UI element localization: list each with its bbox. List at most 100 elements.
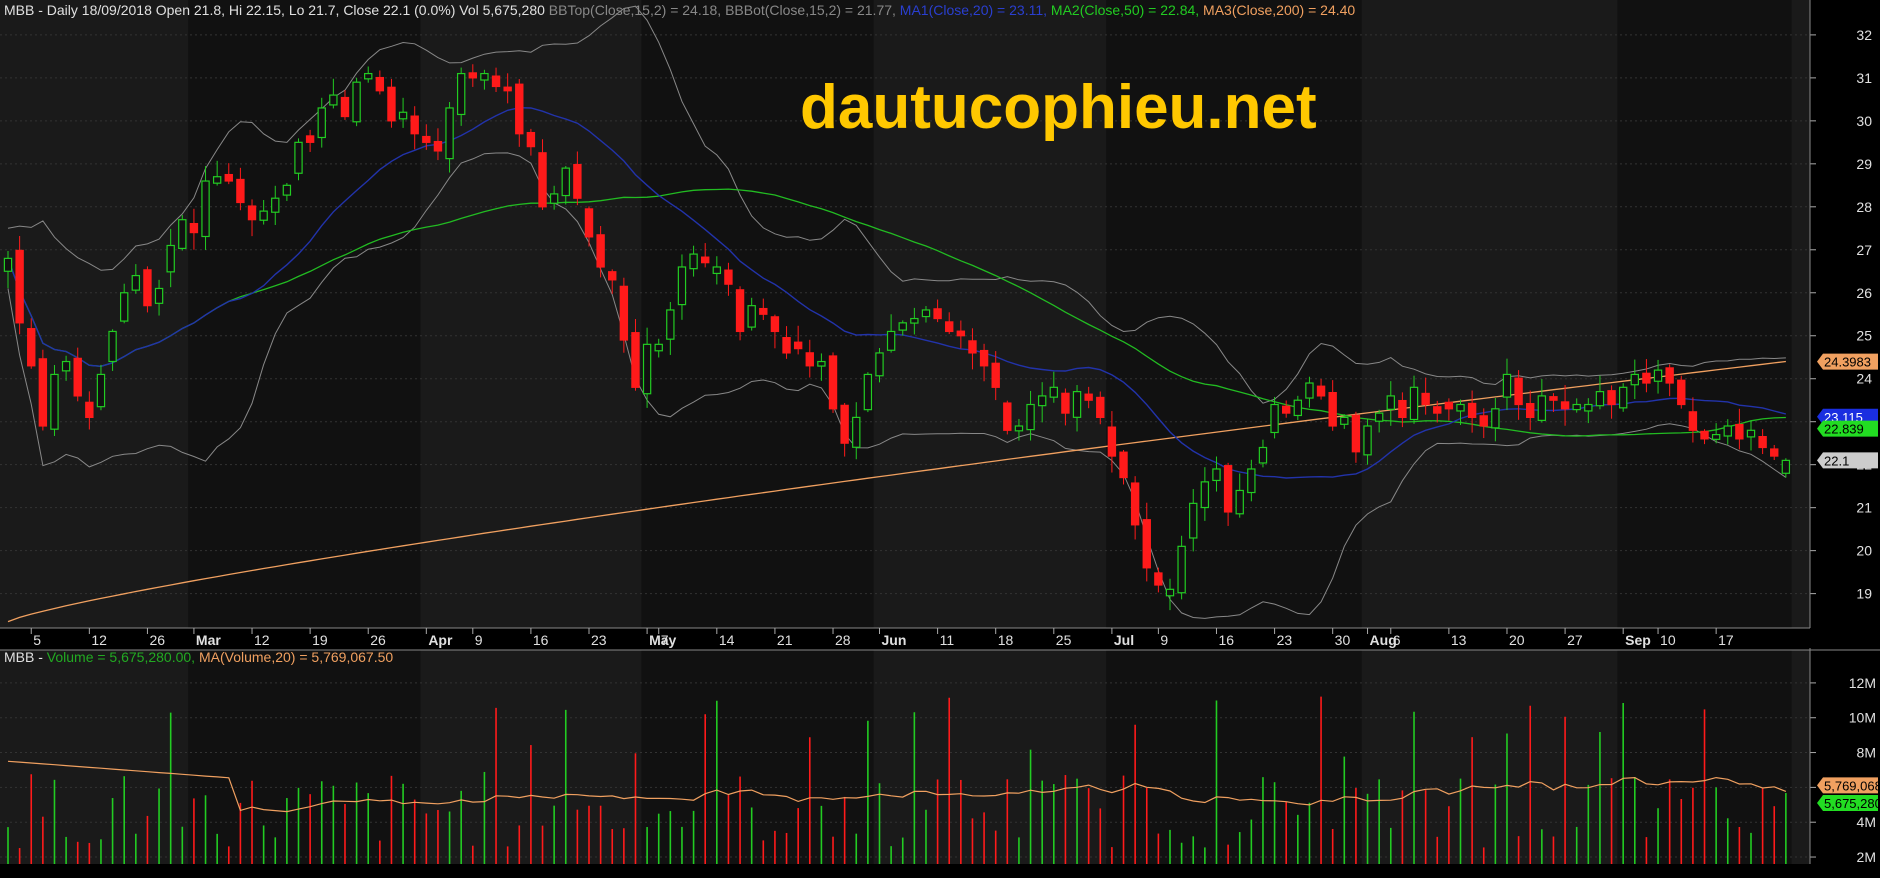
candle-body — [1618, 386, 1628, 409]
price-xtick-label: 6 — [1393, 632, 1401, 648]
volume-ytick-label: 2M — [1857, 849, 1876, 865]
candle-body — [1072, 391, 1082, 418]
price-xtick-label: 18 — [998, 632, 1014, 648]
candle-body — [1177, 545, 1186, 594]
price-ytick-label: 25 — [1856, 328, 1872, 344]
candle-body — [387, 86, 396, 122]
month-band — [188, 0, 421, 628]
candle[interactable] — [1003, 400, 1012, 435]
candle-body — [1514, 377, 1523, 406]
candle-body — [73, 357, 82, 397]
candle-body — [85, 401, 94, 419]
candle-body — [1200, 481, 1210, 509]
candle-body — [631, 332, 640, 388]
candle-body — [1502, 373, 1512, 398]
price-xtick-label: 9 — [475, 632, 483, 648]
candle-body — [1235, 489, 1244, 515]
candle-body — [1781, 459, 1791, 474]
candle-body — [1653, 369, 1663, 382]
candle-body — [1491, 408, 1500, 429]
price-xtick-label: 9 — [1160, 632, 1168, 648]
candle-body — [294, 141, 303, 174]
candle-body — [515, 83, 524, 135]
candle-body — [1328, 391, 1337, 427]
candle-body — [1212, 468, 1221, 482]
candle-body — [1061, 392, 1070, 414]
candle-body — [305, 135, 315, 143]
candle-body — [27, 328, 36, 367]
watermark: dautucophieu.net — [800, 73, 1317, 142]
candle-body — [910, 317, 919, 324]
candle-body — [1014, 425, 1024, 432]
candle-body — [1723, 425, 1732, 437]
candle-body — [1758, 435, 1767, 449]
candle-body — [1711, 433, 1721, 440]
price-xtick-label: 26 — [370, 632, 386, 648]
price-xtick-label: 16 — [1218, 632, 1234, 648]
candle-body — [596, 234, 605, 268]
candle-body — [1456, 403, 1465, 412]
price-ytick-label: 20 — [1856, 543, 1872, 559]
price-xtick-label: 28 — [835, 632, 851, 648]
candle-body — [1770, 448, 1779, 457]
candle[interactable] — [863, 372, 873, 413]
candle-body — [1642, 372, 1651, 384]
price-header-ma2: MA2(Close,50) = 22.84, — [1047, 2, 1199, 18]
volume-month-band — [1106, 650, 1362, 864]
volume-ma-value-tag-text: 5,769,068 — [1824, 778, 1880, 793]
price-xtick-label: Sep — [1625, 632, 1651, 648]
candle-body — [1572, 403, 1581, 411]
candle-body — [933, 308, 942, 320]
candle-body — [398, 111, 408, 120]
candle-body — [1363, 425, 1372, 456]
candle-body — [1700, 430, 1709, 440]
candle-body — [677, 266, 687, 306]
candle-body — [1479, 415, 1488, 427]
candle-body — [340, 96, 350, 118]
candle-body — [178, 219, 187, 250]
candle-body — [1189, 502, 1198, 539]
volume-ytick-label: 12M — [1849, 675, 1876, 691]
candle[interactable] — [828, 352, 838, 413]
candle-body — [1433, 406, 1442, 414]
candle-body — [898, 322, 907, 331]
candle-body — [817, 360, 826, 367]
price-xtick-label: 10 — [1660, 632, 1676, 648]
candle-body — [503, 86, 512, 92]
candle[interactable] — [178, 215, 187, 251]
candle-body — [654, 343, 663, 352]
candle-body — [1037, 395, 1047, 407]
candle-body — [1142, 519, 1151, 569]
candle-body — [224, 173, 233, 182]
price-ytick-label: 19 — [1856, 586, 1872, 602]
candle[interactable] — [38, 349, 48, 431]
candle[interactable] — [1677, 375, 1686, 409]
candle-body — [166, 244, 175, 273]
candle-body — [584, 208, 594, 238]
candle[interactable] — [352, 77, 361, 127]
candle[interactable] — [15, 236, 24, 335]
volume-month-band — [188, 650, 421, 864]
price-xtick-label: 7 — [661, 632, 669, 648]
candle-body — [259, 210, 268, 221]
ma2-value-tag: 22.839 — [1817, 420, 1878, 437]
candle-body — [724, 269, 733, 285]
candle-body — [805, 352, 814, 367]
candle[interactable] — [1618, 383, 1628, 412]
candle-body — [875, 352, 884, 377]
candle-body — [979, 349, 989, 367]
candle-body — [433, 140, 443, 152]
price-ytick-label: 29 — [1856, 156, 1872, 172]
volume-header-prefix: MBB - — [4, 649, 43, 665]
candle-body — [15, 249, 24, 324]
price-xtick-label: Jun — [882, 632, 907, 648]
candle-body — [1549, 396, 1558, 401]
candle-body — [201, 180, 210, 238]
candle-body — [1096, 396, 1105, 419]
candle[interactable] — [50, 365, 59, 436]
candle-body — [1165, 588, 1175, 597]
candle[interactable] — [143, 266, 152, 313]
price-xtick-label: 26 — [149, 632, 165, 648]
candle-body — [1305, 382, 1314, 399]
price-xtick-label: 20 — [1509, 632, 1525, 648]
